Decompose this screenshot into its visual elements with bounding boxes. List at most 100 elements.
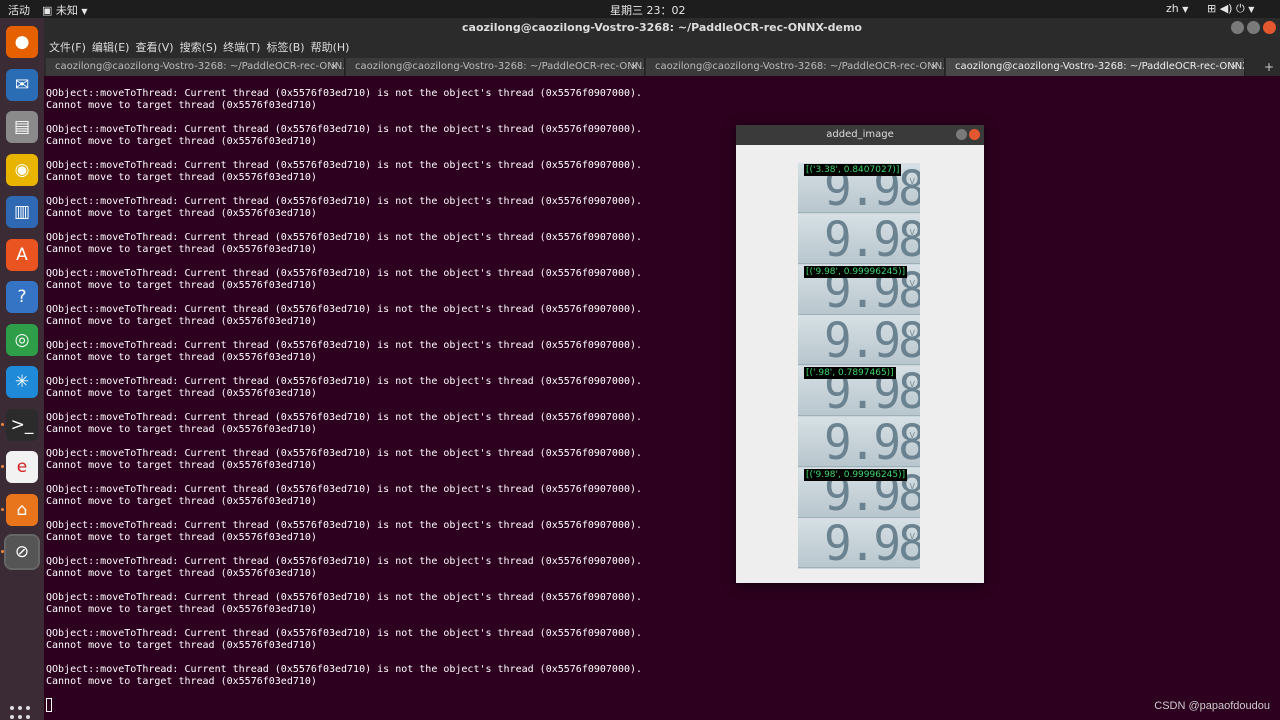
input-method-label: zh (1166, 2, 1179, 15)
window-title: caozilong@caozilong-Vostro-3268: ~/Paddl… (462, 21, 862, 34)
terminal-line: Cannot move to target thread (0x5576f03e… (46, 568, 317, 579)
rhythmbox-icon[interactable]: ◉ (6, 153, 38, 186)
terminal-line: QObject::moveToThread: Current thread (0… (46, 124, 643, 135)
app-icon[interactable]: ⌂ (6, 493, 38, 526)
image-window-titlebar[interactable]: added_image (736, 125, 984, 145)
menu-bar: 文件(F) 编辑(E) 查看(V) 搜索(S) 终端(T) 标签(B) 帮助(H) (44, 38, 1280, 58)
minimize-button[interactable] (1231, 21, 1244, 34)
ocr-result-label: [('.98', 0.7897465)] (804, 367, 896, 379)
meter-unit: V (909, 177, 915, 186)
terminal-line: Cannot move to target thread (0x5576f03e… (46, 640, 317, 651)
tab-label: caozilong@caozilong-Vostro-3268: ~/Paddl… (355, 61, 645, 72)
terminal-tab[interactable]: caozilong@caozilong-Vostro-3268: ~/Paddl… (646, 58, 945, 76)
meter-unit: V (909, 481, 915, 491)
network-icon: ⊞ (1207, 2, 1217, 15)
ocr-result-label: [('9.98', 0.99996245)] (804, 265, 908, 278)
meter-digits: 9.98 (824, 518, 920, 569)
ocr-result-label: [('3.38', 0.8407027)] (804, 164, 902, 176)
ocr-result-image: 9.98 V 9.98 V 9.98 V 9.98 V 9.98 V 9.98 V 9.98 V 9.98 V… (798, 163, 920, 569)
terminal-line: QObject::moveToThread: Current thread (0… (46, 88, 643, 99)
window-icon: ▣ (42, 4, 53, 17)
meter-strip: 9.98 V (798, 315, 920, 366)
app-menu[interactable]: ▣ 未知 ▼ (42, 2, 88, 18)
menu-item[interactable]: 终端(T) (223, 41, 260, 54)
close-icon[interactable]: × (330, 58, 338, 76)
running-indicator (1, 465, 4, 468)
menu-item[interactable]: 标签(B) (266, 41, 304, 54)
meter-digits: 9.98 (824, 315, 920, 366)
terminal-line: QObject::moveToThread: Current thread (0… (46, 232, 643, 243)
chevron-down-icon: ▼ (81, 7, 88, 16)
terminal-line: Cannot move to target thread (0x5576f03e… (46, 676, 317, 687)
minimize-button[interactable] (956, 129, 967, 140)
terminal-line: Cannot move to target thread (0x5576f03e… (46, 532, 317, 543)
terminal-line: QObject::moveToThread: Current thread (0… (46, 592, 643, 603)
software-center-icon[interactable]: A (6, 238, 38, 271)
terminal-line: QObject::moveToThread: Current thread (0… (46, 268, 643, 279)
terminal-tab[interactable]: caozilong@caozilong-Vostro-3268: ~/Paddl… (346, 58, 645, 76)
top-bar: 活动 ▣ 未知 ▼ 星期三 23：02 zh ▼ ⊞ ◀) ⏻ ▼ (0, 0, 1280, 18)
show-applications-button[interactable] (10, 706, 34, 720)
meter-unit: V (909, 430, 915, 440)
editor-icon[interactable]: e (6, 451, 38, 483)
image-window-title: added_image (826, 129, 894, 140)
close-icon[interactable]: × (930, 58, 938, 76)
menu-item[interactable]: 文件(F) (49, 41, 86, 54)
terminal-line: Cannot move to target thread (0x5576f03e… (46, 460, 317, 471)
screen-icon[interactable]: ⊘ (4, 534, 40, 570)
meter-strip: 9.98 V (798, 416, 920, 467)
terminal-line: Cannot move to target thread (0x5576f03e… (46, 424, 317, 435)
image-window[interactable]: added_image 9.98 V 9.98 V 9.98 V 9.98 V 9.98 V 9.9… (736, 125, 984, 583)
thunderbird-icon[interactable]: ✉ (6, 68, 38, 101)
dock: ● ✉ ▤ ◉ ▥ A? ◎ ✳ >_e ⌂ ⊘ (0, 18, 44, 720)
terminal-line: Cannot move to target thread (0x5576f03e… (46, 244, 317, 255)
menu-item[interactable]: 查看(V) (135, 41, 173, 54)
close-icon[interactable]: × (1230, 58, 1238, 76)
ocr-result-label: [('9.98', 0.99996245)] (804, 468, 908, 481)
terminal-line: Cannot move to target thread (0x5576f03e… (46, 388, 317, 399)
terminal-line: QObject::moveToThread: Current thread (0… (46, 340, 643, 351)
tab-bar: + caozilong@caozilong-Vostro-3268: ~/Pad… (44, 58, 1280, 76)
terminal-line: QObject::moveToThread: Current thread (0… (46, 520, 643, 531)
menu-item[interactable]: 帮助(H) (311, 41, 350, 54)
terminal-tab[interactable]: caozilong@caozilong-Vostro-3268: ~/Paddl… (46, 58, 345, 76)
activities-button[interactable]: 活动 (8, 2, 30, 18)
tab-label: caozilong@caozilong-Vostro-3268: ~/Paddl… (55, 61, 345, 72)
chevron-down-icon: ▼ (1182, 5, 1189, 14)
system-menu[interactable]: ⊞ ◀) ⏻ ▼ (1207, 2, 1254, 16)
terminal-line: QObject::moveToThread: Current thread (0… (46, 448, 643, 459)
menu-item[interactable]: 编辑(E) (92, 41, 130, 54)
terminal-line: Cannot move to target thread (0x5576f03e… (46, 136, 317, 147)
settings-icon[interactable]: ✳ (6, 366, 38, 398)
close-button[interactable] (969, 129, 980, 140)
volume-icon: ◀) (1219, 2, 1233, 15)
menu-item[interactable]: 搜索(S) (180, 41, 218, 54)
tab-label: caozilong@caozilong-Vostro-3268: ~/Paddl… (955, 61, 1245, 72)
meter-unit: V (909, 227, 915, 237)
terminal-cursor (46, 698, 52, 712)
power-icon: ⏻ (1235, 2, 1245, 15)
new-tab-button[interactable]: + (1264, 58, 1274, 76)
meter-unit: V (909, 278, 915, 288)
terminal-output[interactable]: QObject::moveToThread: Current thread (0… (44, 76, 1280, 720)
input-method-menu[interactable]: zh ▼ (1166, 2, 1188, 15)
terminal-line: Cannot move to target thread (0x5576f03e… (46, 316, 317, 327)
clock[interactable]: 星期三 23：02 (610, 2, 686, 18)
terminal-icon[interactable]: >_ (6, 408, 38, 441)
files-icon[interactable]: ▤ (6, 111, 38, 143)
terminal-line: QObject::moveToThread: Current thread (0… (46, 160, 643, 171)
window-titlebar[interactable]: caozilong@caozilong-Vostro-3268: ~/Paddl… (44, 18, 1280, 38)
firefox-icon[interactable]: ● (6, 26, 38, 58)
terminal-line: Cannot move to target thread (0x5576f03e… (46, 496, 317, 507)
maximize-button[interactable] (1247, 21, 1260, 34)
running-indicator (1, 550, 4, 553)
chrome-icon[interactable]: ◎ (6, 323, 38, 356)
close-button[interactable] (1263, 21, 1276, 34)
close-icon[interactable]: × (630, 58, 638, 76)
terminal-tab[interactable]: caozilong@caozilong-Vostro-3268: ~/Paddl… (946, 58, 1245, 76)
terminal-line: Cannot move to target thread (0x5576f03e… (46, 352, 317, 363)
writer-icon[interactable]: ▥ (6, 196, 38, 228)
terminal-line: QObject::moveToThread: Current thread (0… (46, 304, 643, 315)
help-icon[interactable]: ? (6, 281, 38, 313)
terminal-line: Cannot move to target thread (0x5576f03e… (46, 604, 317, 615)
